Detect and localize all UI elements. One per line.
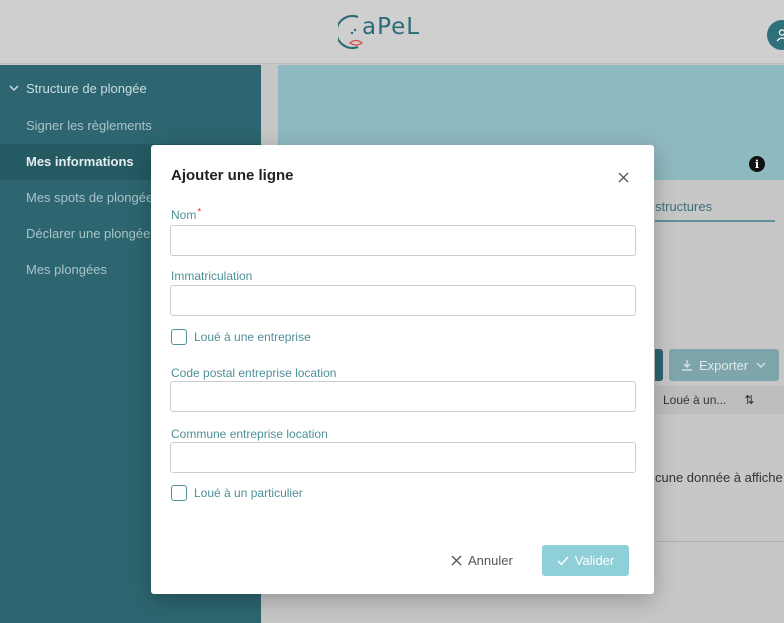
chevron-down-icon (756, 362, 766, 368)
cancel-label: Annuler (468, 552, 513, 568)
nom-label-text: Nom (171, 208, 197, 222)
info-icon[interactable]: i (749, 156, 765, 172)
add-line-modal: Ajouter une ligne Nom* Immatriculation L… (151, 145, 654, 594)
loue-particulier-checkbox-row[interactable]: Loué à un particulier (171, 485, 303, 501)
close-icon (451, 555, 462, 565)
logo-text: aPeL (362, 14, 421, 40)
sidebar-item-mes-informations[interactable]: Mes informations (26, 154, 134, 169)
export-button[interactable]: Exporter (669, 349, 779, 381)
sidebar-section-structure[interactable]: Structure de plongée (8, 77, 147, 99)
nom-label: Nom* (171, 207, 202, 222)
required-marker: * (197, 207, 202, 218)
validate-label: Valider (574, 553, 615, 568)
sidebar-item-mes-spots[interactable]: Mes spots de plongée (26, 190, 153, 205)
add-button[interactable] (655, 349, 663, 381)
code-postal-input[interactable] (170, 381, 636, 412)
loue-entreprise-checkbox-row[interactable]: Loué à une entreprise (171, 329, 311, 345)
sidebar-item-signer-reglements[interactable]: Signer les règlements (26, 118, 152, 133)
table-header: Loué à un... ⇅ (655, 386, 784, 414)
modal-title: Ajouter une ligne (171, 167, 294, 184)
loue-entreprise-label: Loué à une entreprise (194, 330, 311, 344)
close-icon (618, 172, 628, 182)
sidebar-item-declarer-plongee[interactable]: Déclarer une plongée (26, 226, 150, 241)
sidebar-section-label: Structure de plongée (26, 80, 147, 96)
nom-input[interactable] (170, 225, 636, 256)
loue-entreprise-checkbox[interactable] (171, 329, 187, 345)
download-icon (682, 360, 692, 371)
commune-label: Commune entreprise location (171, 427, 328, 441)
loue-particulier-label: Loué à un particulier (194, 486, 303, 500)
commune-input[interactable] (170, 442, 636, 473)
column-header-loue[interactable]: Loué à un... (663, 393, 726, 407)
tab-structures[interactable]: structures (655, 199, 712, 214)
empty-table-message: cune donnée à affiche (655, 470, 783, 485)
user-avatar-button[interactable] (767, 20, 784, 50)
user-icon (776, 29, 784, 42)
capel-logo[interactable]: aPeL (335, 11, 448, 53)
tab-underline (655, 220, 775, 222)
cancel-button[interactable]: Annuler (451, 545, 513, 575)
chevron-down-icon (9, 85, 19, 92)
close-button[interactable] (613, 167, 633, 187)
code-postal-label: Code postal entreprise location (171, 366, 337, 380)
loue-particulier-checkbox[interactable] (171, 485, 187, 501)
top-bar: aPeL (0, 0, 784, 64)
sidebar-item-mes-plongees[interactable]: Mes plongées (26, 262, 107, 277)
divider (655, 541, 784, 542)
validate-button[interactable]: Valider (542, 545, 629, 576)
immatriculation-input[interactable] (170, 285, 636, 316)
immatriculation-label: Immatriculation (171, 269, 253, 283)
check-icon (557, 556, 569, 566)
export-label: Exporter (699, 357, 749, 373)
sort-icon[interactable]: ⇅ (744, 393, 754, 407)
